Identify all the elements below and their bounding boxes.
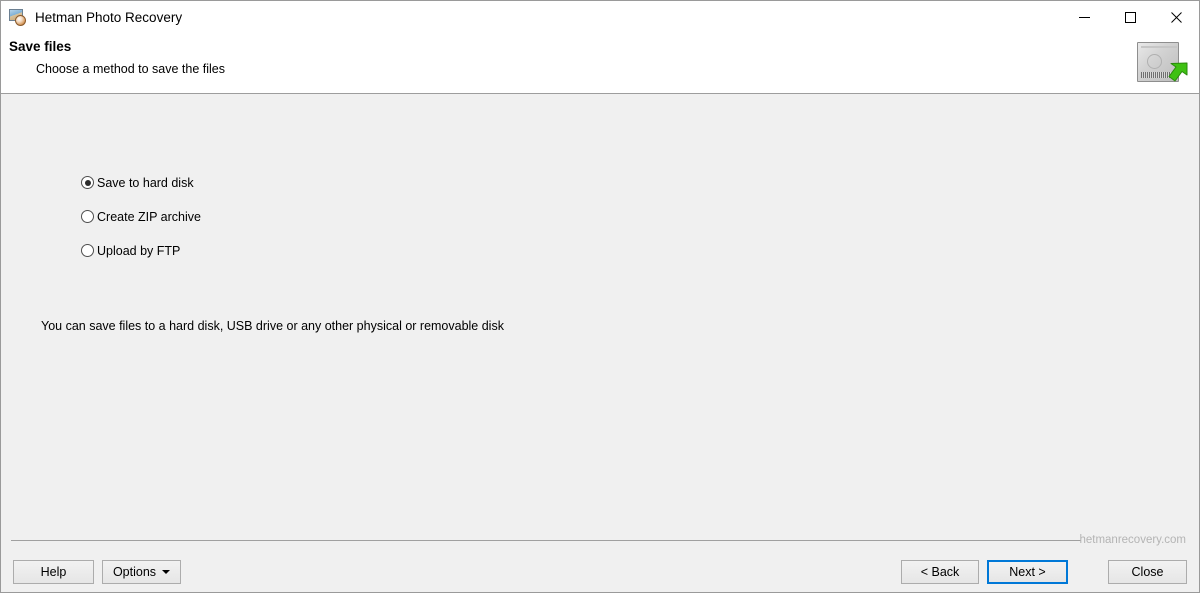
radio-indicator <box>81 210 94 223</box>
radio-label: Create ZIP archive <box>97 209 201 224</box>
option-description: You can save files to a hard disk, USB d… <box>41 319 504 333</box>
watermark-text: hetmanrecovery.com <box>1079 534 1186 546</box>
close-icon <box>1170 11 1182 23</box>
maximize-button[interactable] <box>1107 1 1153 33</box>
window-controls <box>1061 1 1199 33</box>
back-button[interactable]: < Back <box>901 560 979 584</box>
main-content: Save to hard disk Create ZIP archive Upl… <box>1 94 1199 534</box>
radio-option-upload-by-ftp[interactable]: Upload by FTP <box>81 242 201 259</box>
options-button[interactable]: Options <box>102 560 181 584</box>
close-dialog-button-label: Close <box>1131 565 1164 579</box>
photo-camera-icon <box>9 8 26 26</box>
window-title: Hetman Photo Recovery <box>35 9 183 25</box>
minimize-icon <box>1078 16 1090 18</box>
radio-indicator <box>81 176 94 189</box>
page-title: Save files <box>9 39 72 54</box>
page-subtitle: Choose a method to save the files <box>36 62 226 76</box>
radio-option-create-zip-archive[interactable]: Create ZIP archive <box>81 208 201 225</box>
close-button[interactable] <box>1153 1 1199 33</box>
radio-label: Upload by FTP <box>97 243 181 258</box>
radio-label: Save to hard disk <box>97 175 194 190</box>
title-bar-left: Hetman Photo Recovery <box>1 8 183 26</box>
chevron-down-icon <box>162 570 171 574</box>
help-button[interactable]: Help <box>13 560 94 584</box>
application-window: Hetman Photo Recovery Save files Choose … <box>0 0 1200 593</box>
next-button[interactable]: Next > <box>987 560 1068 584</box>
hard-disk-with-green-arrow-icon <box>1131 37 1189 87</box>
page-header: Save files Choose a method to save the f… <box>1 33 1199 94</box>
help-button-label: Help <box>40 565 67 579</box>
footer-divider <box>11 540 1081 541</box>
close-dialog-button[interactable]: Close <box>1108 560 1187 584</box>
title-bar: Hetman Photo Recovery <box>1 1 1199 33</box>
back-button-label: < Back <box>920 565 960 579</box>
radio-option-save-to-hard-disk[interactable]: Save to hard disk <box>81 174 201 191</box>
save-method-radio-group: Save to hard disk Create ZIP archive Upl… <box>81 174 201 276</box>
maximize-icon <box>1124 11 1136 23</box>
minimize-button[interactable] <box>1061 1 1107 33</box>
radio-indicator <box>81 244 94 257</box>
options-button-label: Options <box>112 565 157 579</box>
green-arrow-icon <box>1168 62 1188 82</box>
footer-bar: hetmanrecovery.com Help Options < Back N… <box>1 534 1199 592</box>
next-button-label: Next > <box>1009 565 1046 579</box>
